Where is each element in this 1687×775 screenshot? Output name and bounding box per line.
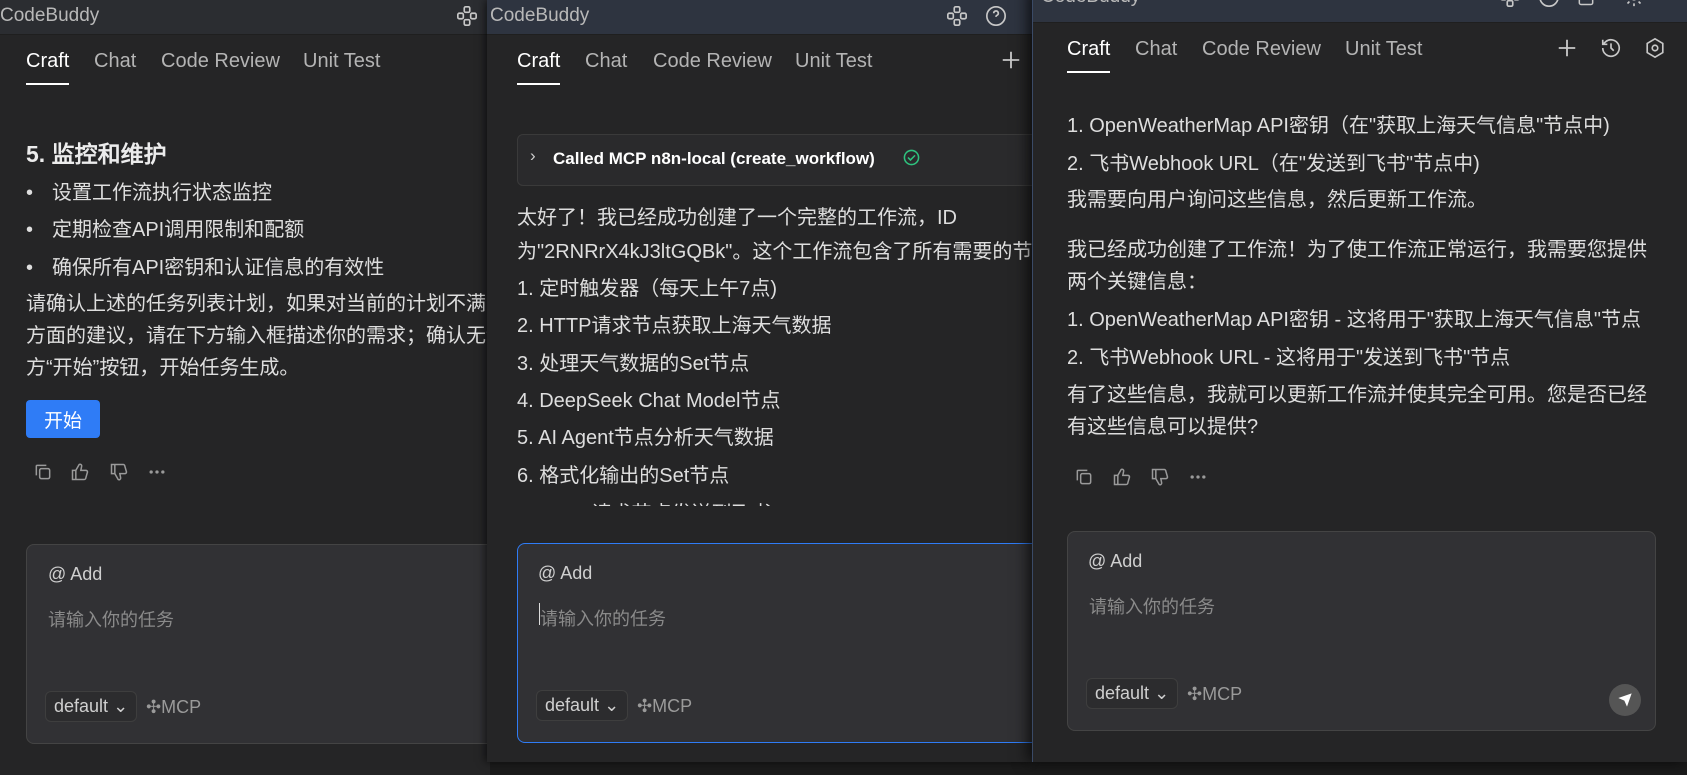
history-icon[interactable] <box>1598 35 1624 61</box>
title-bar: CodeBuddy <box>1033 0 1687 23</box>
message-line: 5. AI Agent节点分析天气数据 <box>517 427 774 449</box>
task-input[interactable]: 请输入你的任务 <box>1089 593 1215 619</box>
message-line: 有这些信息可以提供? <box>1067 416 1259 438</box>
puzzle-icon: ✣ <box>1187 684 1203 704</box>
message-line: 1. 定时触发器（每天上午7点) <box>517 278 778 300</box>
message-line: 6. 格式化输出的Set节点 <box>517 465 730 487</box>
gear-icon[interactable] <box>1621 0 1647 10</box>
send-button[interactable] <box>1609 684 1641 716</box>
task-input[interactable]: 请输入你的任务 <box>48 606 174 632</box>
chevron-down-icon: ⌄ <box>113 696 129 716</box>
add-context-button[interactable]: @ Add <box>1088 551 1142 572</box>
mcp-call-card[interactable]: › Called MCP n8n-local (create_workflow) <box>517 134 1032 186</box>
codebuddy-panel-left: CodeBuddy Craft Chat Code Review Unit Te… <box>0 0 490 775</box>
copy-icon[interactable] <box>1071 464 1097 490</box>
mcp-button[interactable]: ✣MCP <box>146 697 201 718</box>
message-line: 2. HTTP请求节点获取上海天气数据 <box>517 315 832 337</box>
tab-unit-test[interactable]: Unit Test <box>795 50 872 73</box>
puzzle-icon: ✣ <box>146 697 162 717</box>
tab-chat[interactable]: Chat <box>1135 38 1177 61</box>
start-button[interactable]: 开始 <box>26 400 100 438</box>
message-line: 太好了！我已经成功创建了一个完整的工作流，ID <box>517 207 957 229</box>
message-line: 2. 飞书Webhook URL - 这将用于"发送到飞书"节点 <box>1067 347 1511 369</box>
message-line: 1. OpenWeatherMap API密钥 - 这将用于"获取上海天气信息"… <box>1067 309 1641 331</box>
settings-icon[interactable] <box>1642 35 1668 61</box>
tab-code-review[interactable]: Code Review <box>653 50 772 73</box>
puzzle-icon[interactable] <box>454 3 480 29</box>
message-line: 4. DeepSeek Chat Model节点 <box>517 390 781 412</box>
title-bar: CodeBuddy <box>487 0 1032 35</box>
message-line: 3. 处理天气数据的Set节点 <box>517 353 750 375</box>
puzzle-icon[interactable] <box>944 3 970 29</box>
mcp-button[interactable]: ✣MCP <box>1187 684 1242 705</box>
tab-craft[interactable]: Craft <box>26 50 70 85</box>
copy-icon[interactable] <box>30 459 56 485</box>
mcp-call-label: Called MCP n8n-local (create_workflow) <box>553 149 875 168</box>
task-input-box[interactable]: @ Add 请输入你的任务 default ⌄ ✣MCP <box>1067 531 1656 731</box>
list-item: 定期检查API调用限制和配额 <box>26 212 304 249</box>
message-line: 为"2RNRrX4kJ3ltGQBk"。这个工作流包含了所有需要的节点 <box>517 241 1032 263</box>
chevron-down-icon: ⌄ <box>604 695 620 715</box>
tab-unit-test[interactable]: Unit Test <box>303 50 380 73</box>
message-area: 太好了！我已经成功创建了一个完整的工作流，ID 为"2RNRrX4kJ3ltGQ… <box>487 200 1032 506</box>
send-icon <box>1618 693 1632 707</box>
plus-icon[interactable] <box>998 47 1024 73</box>
section-heading: 5. 监控和维护 <box>26 141 167 167</box>
codebuddy-panel-middle: CodeBuddy Craft Chat Code Review Unit Te… <box>487 0 1032 762</box>
task-input-box[interactable]: @ Add 请输入你的任务 default ⌄ ✣MCP <box>517 543 1032 743</box>
minimize-icon[interactable] <box>1653 0 1679 10</box>
task-input-box[interactable]: @ Add 请输入你的任务 default ⌄ ✣MCP <box>26 544 490 744</box>
app-title: CodeBuddy <box>0 5 100 26</box>
app-title: CodeBuddy <box>1041 0 1140 8</box>
thumbs-down-icon[interactable] <box>1147 464 1173 490</box>
task-input[interactable]: 请输入你的任务 <box>540 605 666 631</box>
chevron-down-icon: ⌄ <box>1154 683 1170 703</box>
paragraph-line: 方“开始”按钮，开始任务生成。 <box>26 357 300 379</box>
codebuddy-panel-right: CodeBuddy Craft Chat Code Review Unit Te… <box>1032 0 1687 762</box>
partial-text: 3. 验证定时触发功能 <box>26 105 208 116</box>
tab-craft[interactable]: Craft <box>1067 38 1111 73</box>
list-item: 确保所有API密钥和认证信息的有效性 <box>26 250 384 287</box>
tab-code-review[interactable]: Code Review <box>1202 38 1321 61</box>
add-context-button[interactable]: @ Add <box>538 563 592 584</box>
model-select[interactable]: default ⌄ <box>536 690 629 721</box>
more-icon[interactable] <box>144 459 170 485</box>
list-item: 设置工作流执行状态监控 <box>26 175 272 212</box>
mcp-button[interactable]: ✣MCP <box>637 696 692 717</box>
puzzle-icon[interactable] <box>1497 0 1523 10</box>
model-select[interactable]: default ⌄ <box>1086 678 1179 709</box>
tab-unit-test[interactable]: Unit Test <box>1345 38 1422 61</box>
message-line: 7. HTTP请求节点发送到飞书 <box>517 496 771 506</box>
thumbs-up-icon[interactable] <box>67 459 93 485</box>
thumbs-down-icon[interactable] <box>106 459 132 485</box>
add-context-button[interactable]: @ Add <box>48 564 102 585</box>
message-line: 我需要向用户询问这些信息，然后更新工作流。 <box>1067 189 1487 211</box>
thumbs-up-icon[interactable] <box>1109 464 1135 490</box>
tab-chat[interactable]: Chat <box>585 50 627 73</box>
chevron-right-icon[interactable]: › <box>530 146 536 166</box>
message-line: 2. 飞书Webhook URL（在"发送到飞书"节点中) <box>1067 153 1480 175</box>
tab-code-review[interactable]: Code Review <box>161 50 280 73</box>
puzzle-icon: ✣ <box>637 696 653 716</box>
check-circle-icon <box>903 149 920 171</box>
plus-icon[interactable] <box>1554 35 1580 61</box>
message-line: 两个关键信息： <box>1067 271 1207 293</box>
help-icon[interactable] <box>1536 0 1562 10</box>
tab-craft[interactable]: Craft <box>517 50 561 85</box>
app-title: CodeBuddy <box>490 5 590 26</box>
model-select[interactable]: default ⌄ <box>45 691 138 722</box>
more-icon[interactable] <box>1185 464 1211 490</box>
help-icon[interactable] <box>983 3 1009 29</box>
tab-chat[interactable]: Chat <box>94 50 136 73</box>
title-bar: CodeBuddy <box>0 0 490 35</box>
message-line: 1. OpenWeatherMap API密钥（在"获取上海天气信息"节点中) <box>1067 115 1610 137</box>
file-icon[interactable] <box>1573 0 1599 10</box>
